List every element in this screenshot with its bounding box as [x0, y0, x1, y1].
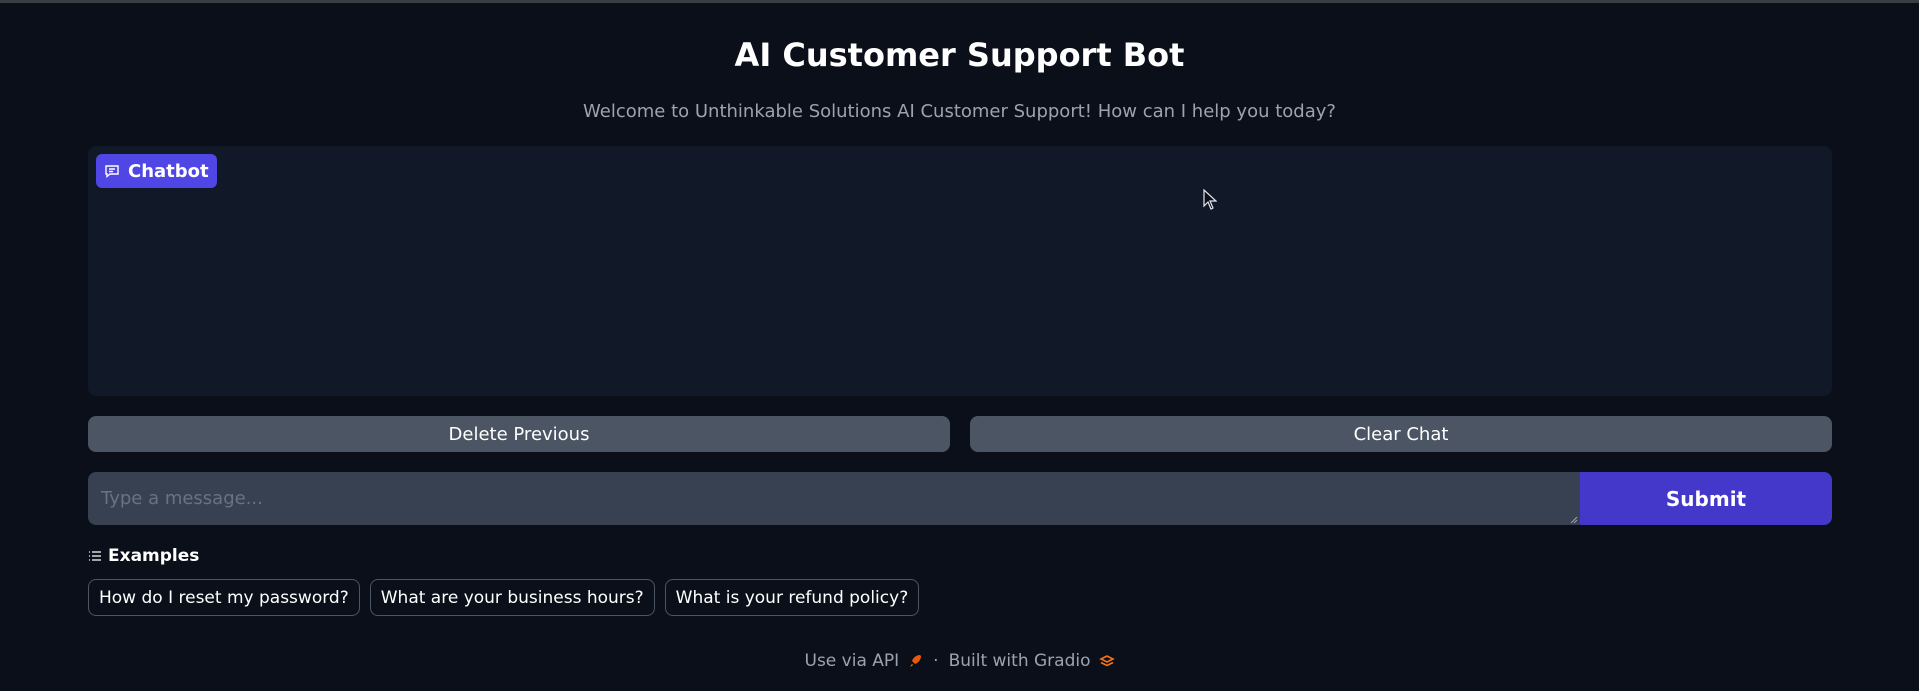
footer: Use via API · Built with Gradio	[0, 651, 1919, 671]
gradio-link-label: Built with Gradio	[948, 651, 1091, 671]
rocket-icon	[910, 655, 922, 667]
gradio-logo-icon	[1098, 655, 1115, 667]
example-item[interactable]: What are your business hours?	[369, 579, 655, 616]
top-border	[0, 0, 1919, 3]
delete-previous-button[interactable]: Delete Previous	[88, 416, 950, 452]
chatbot-label-text: Chatbot	[128, 160, 209, 182]
resize-handle-icon[interactable]	[1570, 516, 1578, 524]
example-item[interactable]: How do I reset my password?	[88, 579, 360, 616]
examples-label: Examples	[108, 546, 200, 566]
chatbot-label: Chatbot	[96, 154, 217, 188]
built-with-gradio-link[interactable]: Built with Gradio	[949, 651, 1115, 671]
page-title: AI Customer Support Bot	[734, 36, 1185, 74]
footer-separator: ·	[933, 651, 939, 671]
page-subtitle: Welcome to Unthinkable Solutions AI Cust…	[583, 101, 1336, 122]
message-input-container	[88, 472, 1580, 525]
use-via-api-link[interactable]: Use via API	[805, 651, 924, 671]
mouse-cursor-icon	[1203, 189, 1217, 210]
chat-icon	[105, 165, 119, 178]
api-link-label: Use via API	[804, 651, 900, 671]
message-input[interactable]	[88, 472, 1580, 525]
example-item[interactable]: What is your refund policy?	[664, 579, 920, 616]
examples-header: Examples	[88, 546, 199, 566]
list-icon	[89, 551, 101, 561]
chatbot-panel[interactable]: Chatbot	[88, 146, 1832, 396]
examples-list: How do I reset my password? What are you…	[88, 579, 920, 616]
clear-chat-button[interactable]: Clear Chat	[970, 416, 1832, 452]
submit-button[interactable]: Submit	[1580, 472, 1832, 525]
